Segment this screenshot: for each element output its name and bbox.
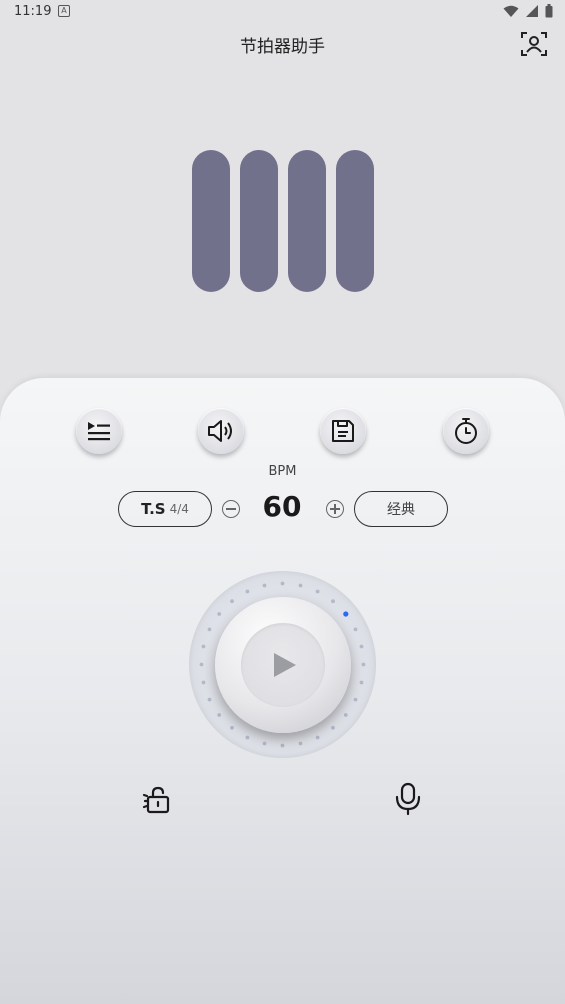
dial-dot	[245, 589, 250, 594]
signal-icon	[526, 5, 538, 17]
wifi-icon	[503, 5, 519, 17]
dial-dot	[315, 735, 320, 740]
dial-dot	[199, 662, 204, 667]
beat-bar	[192, 150, 230, 292]
dial-dot	[230, 599, 234, 604]
time-signature-button[interactable]: T.S 4/4	[118, 491, 212, 527]
status-bar: 11:19 A	[0, 0, 565, 24]
dial-dot	[262, 583, 267, 588]
dial-dot	[353, 627, 358, 632]
dial-dot	[298, 583, 303, 588]
dial-dot	[331, 599, 335, 604]
dial-dot	[207, 697, 212, 702]
sound-icon	[208, 420, 232, 442]
beat-bar	[240, 150, 278, 292]
microphone-icon[interactable]	[393, 782, 423, 816]
dial-dot	[280, 581, 285, 586]
dial-dot	[298, 741, 303, 746]
dial-dot	[230, 725, 234, 730]
dial-dot	[343, 713, 348, 717]
page-title: 节拍器助手	[240, 37, 325, 57]
beat-bar	[336, 150, 374, 292]
play-icon	[274, 653, 296, 677]
bpm-label: BPM	[268, 464, 297, 479]
scan-person-icon[interactable]	[520, 30, 548, 58]
battery-icon	[545, 4, 553, 18]
dial-dot	[262, 741, 267, 746]
dial-dot	[217, 713, 222, 717]
playlist-button[interactable]	[76, 408, 122, 454]
dial-dot	[361, 662, 366, 667]
status-icons	[503, 4, 553, 18]
increase-bpm-button[interactable]	[326, 500, 344, 518]
save-button[interactable]	[320, 408, 366, 454]
dial-dot	[359, 644, 364, 649]
dial-dot	[353, 697, 358, 702]
dial-dot	[201, 644, 206, 649]
lock-open-icon[interactable]	[142, 784, 174, 816]
playlist-icon	[88, 422, 110, 441]
time-signature-label: T.S	[141, 500, 166, 518]
sound-style-button[interactable]: 经典	[354, 491, 448, 527]
time-signature-value: 4/4	[169, 502, 189, 516]
dial-dot	[207, 627, 212, 632]
dial-dot	[245, 735, 250, 740]
timer-icon	[455, 418, 477, 444]
dial-active-dot	[343, 611, 349, 617]
notification-icon: A	[58, 5, 70, 17]
dial-dot	[201, 680, 206, 685]
dial-dot	[217, 612, 222, 616]
dial-dot	[280, 743, 285, 748]
decrease-bpm-button[interactable]	[222, 500, 240, 518]
status-time: 11:19	[14, 4, 52, 19]
save-icon	[332, 420, 354, 442]
beat-indicators	[192, 150, 374, 292]
timer-button[interactable]	[443, 408, 489, 454]
beat-bar	[288, 150, 326, 292]
bpm-value: 60	[262, 490, 302, 523]
sound-button[interactable]	[198, 408, 244, 454]
dial-dot	[315, 589, 320, 594]
dial-dot	[359, 680, 364, 685]
dial-dot	[331, 725, 335, 730]
